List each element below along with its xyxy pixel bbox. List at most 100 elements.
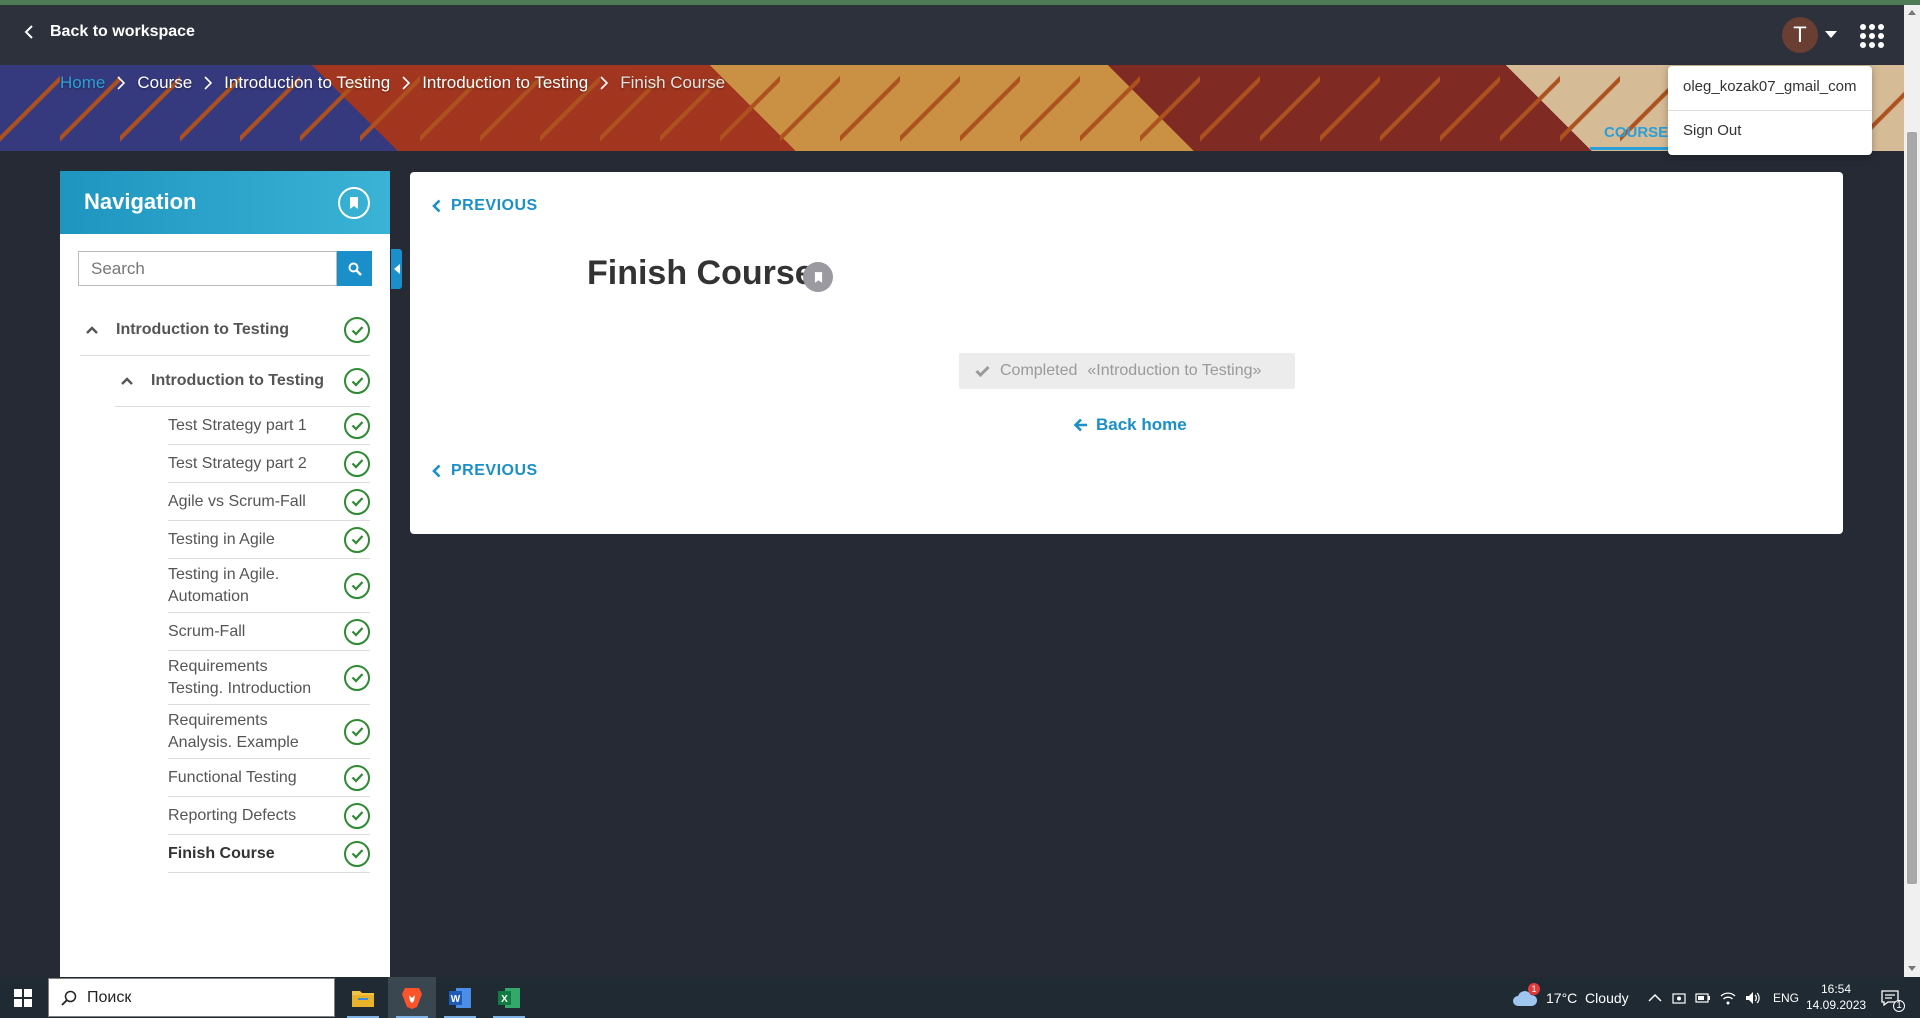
completed-check-icon bbox=[344, 572, 370, 599]
windows-start-icon[interactable] bbox=[14, 989, 32, 1007]
navigation-item[interactable]: Finish Course bbox=[168, 835, 370, 873]
navigation-item-label: Requirements Analysis. Example bbox=[168, 711, 299, 751]
completed-check-icon bbox=[344, 718, 370, 745]
previous-button-top[interactable]: PREVIOUS bbox=[432, 197, 538, 215]
breadcrumb: Home Course Introduction to Testing Introdu… bbox=[60, 73, 725, 93]
chevron-right-icon bbox=[402, 76, 411, 90]
breadcrumb-item: Finish Course bbox=[620, 73, 726, 92]
volume-icon[interactable] bbox=[1745, 991, 1761, 1005]
excel-icon[interactable]: X bbox=[485, 977, 533, 1018]
completed-check-icon bbox=[344, 412, 370, 439]
arrow-left-icon bbox=[1074, 418, 1087, 432]
navigation-item-main: Test Strategy part 2 bbox=[168, 453, 307, 475]
svg-text:X: X bbox=[501, 994, 508, 1005]
previous-label: PREVIOUS bbox=[451, 462, 538, 479]
caret-down-icon[interactable] bbox=[1825, 31, 1837, 38]
chevron-left-icon bbox=[432, 199, 441, 213]
bookmark-icon bbox=[814, 271, 822, 283]
meet-now-icon[interactable] bbox=[1672, 991, 1686, 1005]
navigation-item-label: Test Strategy part 1 bbox=[168, 416, 307, 434]
svg-text:W: W bbox=[451, 994, 461, 1005]
navigation-item[interactable]: Introduction to Testing bbox=[80, 305, 370, 356]
navigation-panel: Navigation Introduction to TestingIntrod… bbox=[60, 171, 390, 977]
scroll-up-icon[interactable] bbox=[1908, 10, 1916, 15]
avatar-letter: T bbox=[1793, 22, 1807, 47]
file-explorer-icon[interactable] bbox=[339, 977, 387, 1018]
navigation-item-main: Scrum-Fall bbox=[168, 621, 245, 643]
navigation-item[interactable]: Agile vs Scrum-Fall bbox=[168, 483, 370, 521]
navigation-item-main: Requirements Testing. Introduction bbox=[168, 656, 318, 700]
windows-taskbar: Поиск W X 1 17°C Cloudy ENG 16:54 14.09.… bbox=[0, 977, 1920, 1018]
user-menu-dropdown: oleg_kozak07_gmail_com Sign Out bbox=[1668, 66, 1872, 155]
breadcrumb-item[interactable]: Introduction to Testing bbox=[422, 73, 588, 93]
navigation-item[interactable]: Requirements Analysis. Example bbox=[168, 705, 370, 759]
taskbar-search-placeholder: Поиск bbox=[87, 988, 132, 1006]
user-menu-username[interactable]: oleg_kozak07_gmail_com bbox=[1668, 78, 1872, 95]
navigation-header: Navigation bbox=[60, 171, 390, 234]
back-to-workspace-link[interactable]: Back to workspace bbox=[24, 23, 195, 41]
chevron-up-icon[interactable] bbox=[1648, 993, 1662, 1003]
apps-grid-icon[interactable] bbox=[1860, 24, 1884, 48]
chevron-right-icon bbox=[204, 76, 213, 90]
search-icon bbox=[348, 262, 362, 276]
navigation-item[interactable]: Test Strategy part 2 bbox=[168, 445, 370, 483]
previous-label: PREVIOUS bbox=[451, 197, 538, 214]
back-home-link[interactable]: Back home bbox=[1074, 415, 1187, 435]
wifi-icon[interactable] bbox=[1720, 991, 1736, 1005]
navigation-item[interactable]: Functional Testing bbox=[168, 759, 370, 797]
navigation-item-main: Reporting Defects bbox=[168, 805, 296, 827]
word-icon[interactable]: W bbox=[436, 977, 484, 1018]
notification-count: 1 bbox=[1893, 1000, 1905, 1012]
completed-check-icon bbox=[344, 618, 370, 645]
sign-out-button[interactable]: Sign Out bbox=[1668, 122, 1872, 139]
navigation-item[interactable]: Scrum-Fall bbox=[168, 613, 370, 651]
scroll-down-icon[interactable] bbox=[1908, 966, 1916, 971]
scrollbar-thumb[interactable] bbox=[1907, 132, 1917, 884]
chevron-up-icon[interactable] bbox=[80, 326, 104, 334]
notification-center-button[interactable]: 1 bbox=[1880, 977, 1905, 1018]
clock-time: 16:54 bbox=[1820, 982, 1852, 996]
user-menu-divider bbox=[1668, 110, 1872, 111]
breadcrumb-item[interactable]: Course bbox=[137, 73, 192, 93]
navigation-item[interactable]: Testing in Agile bbox=[168, 521, 370, 559]
tray-icons: ENG bbox=[1648, 977, 1799, 1018]
chevron-up-icon[interactable] bbox=[115, 377, 139, 385]
collapse-navigation-button[interactable] bbox=[391, 249, 402, 289]
taskbar-clock[interactable]: 16:54 14.09.2023 bbox=[1806, 981, 1866, 1013]
navigation-search-input[interactable] bbox=[78, 251, 337, 286]
navigation-item[interactable]: Testing in Agile. Automation bbox=[168, 559, 370, 613]
language-indicator[interactable]: ENG bbox=[1773, 991, 1799, 1005]
bookmark-page-button[interactable] bbox=[803, 262, 833, 292]
navigation-item[interactable]: Test Strategy part 1 bbox=[168, 407, 370, 445]
weather-widget[interactable]: 1 17°C Cloudy bbox=[1512, 977, 1629, 1018]
completed-check-icon bbox=[344, 664, 370, 691]
completed-check-icon bbox=[344, 368, 370, 394]
navigation-item-main: Testing in Agile bbox=[168, 529, 275, 551]
chevron-left-icon bbox=[24, 25, 33, 39]
weather-text: 17°C Cloudy bbox=[1546, 989, 1629, 1006]
navigation-tree: Introduction to Testing Introduction to T… bbox=[80, 305, 370, 873]
navigation-item[interactable]: Reporting Defects bbox=[168, 797, 370, 835]
chevron-left-icon bbox=[432, 464, 441, 478]
breadcrumb-item[interactable]: Introduction to Testing bbox=[224, 73, 390, 93]
user-avatar[interactable]: T bbox=[1782, 17, 1818, 53]
navigation-item-label: Scrum-Fall bbox=[168, 622, 246, 640]
page-title: Finish Course bbox=[587, 254, 814, 292]
navigation-item-label: Introduction to Testing bbox=[116, 321, 290, 338]
navigation-search-button[interactable] bbox=[337, 251, 372, 286]
bookmarks-button[interactable] bbox=[338, 187, 370, 219]
content-card: PREVIOUS Finish Course Completed «Introd… bbox=[410, 172, 1843, 534]
navigation-item-label: Requirements Testing. Introduction bbox=[168, 657, 312, 697]
navigation-search bbox=[78, 251, 372, 286]
navigation-item-main: Testing in Agile. Automation bbox=[168, 564, 318, 608]
taskbar-search-box[interactable]: Поиск bbox=[48, 978, 335, 1017]
brave-browser-icon[interactable] bbox=[388, 977, 436, 1018]
navigation-item[interactable]: Introduction to Testing bbox=[115, 356, 370, 407]
clock-date: 14.09.2023 bbox=[1806, 998, 1867, 1012]
completed-check-icon bbox=[344, 450, 370, 477]
navigation-item[interactable]: Requirements Testing. Introduction bbox=[168, 651, 370, 705]
weather-badge: 1 bbox=[1528, 983, 1540, 995]
battery-icon[interactable] bbox=[1695, 992, 1711, 1004]
previous-button-bottom[interactable]: PREVIOUS bbox=[432, 462, 538, 480]
breadcrumb-item[interactable]: Home bbox=[60, 73, 105, 93]
